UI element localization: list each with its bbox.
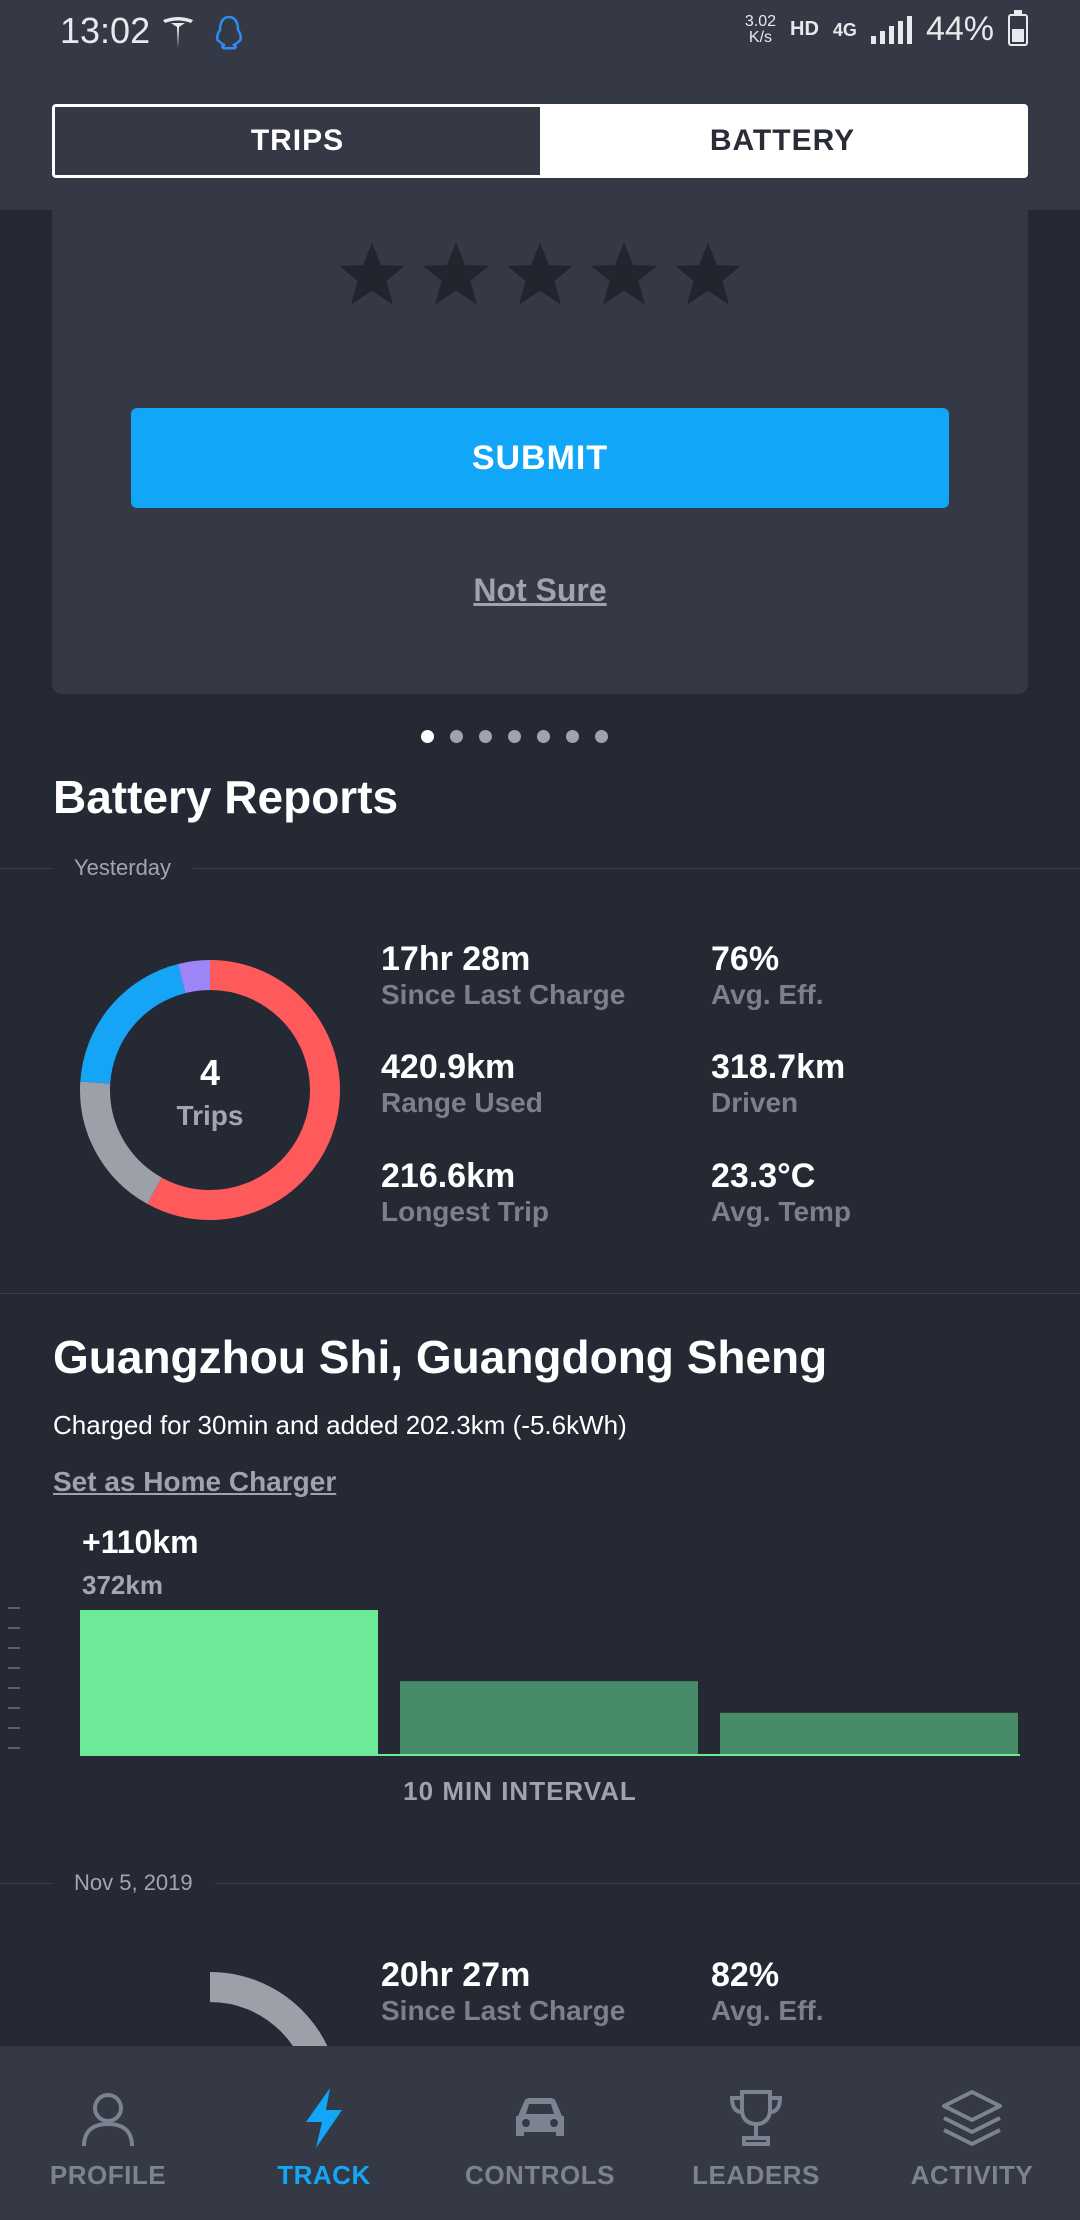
hd-indicator: HD [790,18,819,40]
report-date: Nov 5, 2019 [52,1870,215,1896]
charge-bar [400,1681,698,1755]
battery-icon [1008,9,1028,46]
stat-avg-temp: 23.3°C Avg. Temp [711,1157,852,1227]
submit-button[interactable]: SUBMIT [131,408,949,508]
battery-percentage: 44% [925,10,994,48]
divider [0,1293,1080,1294]
not-sure-link[interactable]: Not Sure [52,572,1028,609]
network-speed: 3.02 [744,12,777,30]
pager-dot[interactable] [478,730,492,743]
layers-icon [942,2090,1002,2146]
signal-icon [870,15,912,44]
section-title: Battery Reports [53,771,399,823]
bar-peak-label: +110km [82,1524,199,1560]
pager-dot[interactable] [536,730,550,743]
tab-battery[interactable]: BATTERY [540,107,1025,175]
charge-bar-chart [80,1610,1020,1756]
status-right-group: 3.02 K/s HD 4G 44% [744,9,1028,49]
pager-dot[interactable] [449,730,463,743]
star-rating [52,238,1028,310]
stat-driven: 318.7km Driven [711,1048,846,1118]
charger-location-title: Guangzhou Shi, Guangdong Sheng [53,1331,828,1383]
charge-bar [80,1610,378,1755]
pager-dots [0,730,1054,743]
nav-activity[interactable]: ACTIVITY [864,2046,1080,2220]
car-icon [516,2098,564,2136]
nav-track[interactable]: TRACK [216,2046,432,2220]
trips-donut-chart[interactable] [80,1972,340,2046]
rating-card: SUBMIT Not Sure [52,210,1028,694]
donut-trips-count: 4 [199,1052,221,1093]
axis-ticks [8,1607,20,1749]
star-icon[interactable] [588,238,660,310]
pager-dot[interactable] [565,730,579,743]
bottom-navigation: PROFILE TRACK CONTROLS LEADERS ACTIVITY [0,2046,1080,2220]
star-icon[interactable] [420,238,492,310]
bolt-icon [306,2088,342,2148]
status-time: 13:02 [60,10,151,51]
donut-trips-label: Trips [176,1100,244,1131]
status-bar: 13:02 3.02 K/s HD 4G 44% [0,0,1080,64]
header: TRIPS BATTERY [0,64,1080,210]
pager-dot[interactable] [507,730,521,743]
stat-since-last-charge: 20hr 27m Since Last Charge [381,1956,626,2026]
nav-controls[interactable]: CONTROLS [432,2046,648,2220]
stat-avg-eff: 82% Avg. Eff. [711,1956,824,2026]
charge-summary: Charged for 30min and added 202.3km (-5.… [53,1410,627,1440]
qq-penguin-icon [215,15,243,50]
tesla-logo-icon [163,17,193,48]
donut-segment [80,1972,340,2046]
network-speed-unit: K/s [748,28,773,46]
set-home-charger-link[interactable]: Set as Home Charger [53,1466,336,1498]
charge-bar [720,1712,1018,1755]
stat-avg-eff: 76% Avg. Eff. [711,940,824,1010]
network-type: 4G [832,19,857,40]
bar-range-label: 372km [82,1570,163,1600]
stat-range-used: 420.9km Range Used [381,1048,543,1118]
stat-since-last-charge: 17hr 28m Since Last Charge [381,940,626,1010]
interval-label: 10 MIN INTERVAL [403,1776,637,1806]
trophy-icon [729,2090,783,2146]
pager-dot[interactable] [594,730,608,743]
star-icon[interactable] [336,238,408,310]
pager-dot[interactable] [420,730,434,743]
nav-profile[interactable]: PROFILE [0,2046,216,2220]
profile-icon [82,2093,134,2147]
nav-leaders[interactable]: LEADERS [648,2046,864,2220]
stat-longest-trip: 216.6km Longest Trip [381,1157,549,1227]
report-date: Yesterday [52,855,194,881]
tab-trips[interactable]: TRIPS [55,107,540,175]
segmented-tabs: TRIPS BATTERY [52,104,1028,178]
star-icon[interactable] [504,238,576,310]
star-icon[interactable] [672,238,744,310]
